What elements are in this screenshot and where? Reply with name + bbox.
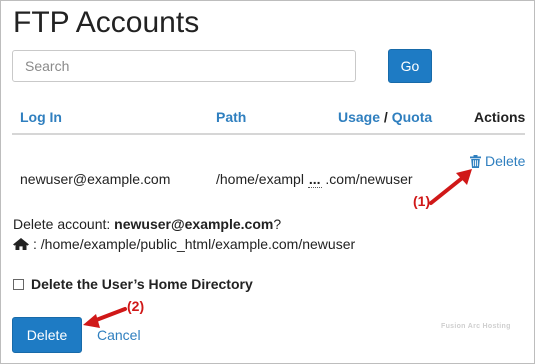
row-delete-link[interactable]: Delete xyxy=(470,153,525,169)
page-title: FTP Accounts xyxy=(13,6,200,39)
column-header-path[interactable]: Path xyxy=(216,109,246,125)
delete-home-dir-checkbox[interactable] xyxy=(13,278,24,290)
go-button[interactable]: Go xyxy=(388,49,432,83)
delete-home-dir-label: Delete the User’s Home Directory xyxy=(31,276,253,292)
annotation-step-2: (2) xyxy=(127,298,145,314)
delete-confirm-path: : /home/example/public_html/example.com/… xyxy=(13,236,355,252)
column-header-login[interactable]: Log In xyxy=(20,109,62,125)
column-header-quota[interactable]: Quota xyxy=(392,109,432,125)
annotation-step-1: (1) xyxy=(413,193,431,209)
account-path-cell: /home/exampl ... .com/newuser xyxy=(216,171,413,188)
column-header-usage[interactable]: Usage xyxy=(338,109,380,125)
account-login-cell: newuser@example.com xyxy=(20,171,171,187)
header-separator: / xyxy=(383,109,388,125)
column-header-actions: Actions xyxy=(474,109,526,125)
confirm-account: newuser@example.com xyxy=(114,216,274,232)
path-expand-toggle[interactable]: ... xyxy=(307,171,322,188)
ftp-accounts-panel: FTP Accounts Go Log In Path Usage / Quot… xyxy=(0,0,535,364)
search-input[interactable] xyxy=(12,50,356,82)
delete-home-dir-option[interactable]: Delete the User’s Home Directory xyxy=(13,276,253,292)
home-directory-path: : /home/example/public_html/example.com/… xyxy=(33,236,356,252)
row-delete-label: Delete xyxy=(485,153,526,169)
confirm-suffix: ? xyxy=(273,216,282,232)
path-start: /home/exampl xyxy=(216,171,304,187)
home-icon xyxy=(13,238,29,250)
annotation-arrow-1 xyxy=(429,169,472,205)
confirm-prefix: Delete account: xyxy=(13,216,115,232)
path-end: .com/newuser xyxy=(325,171,413,187)
cancel-link[interactable]: Cancel xyxy=(97,327,141,343)
column-header-usage-quota: Usage / Quota xyxy=(338,109,432,125)
header-divider xyxy=(12,133,525,135)
watermark-logo: Fusion Arc Hosting xyxy=(441,323,511,330)
confirm-delete-button[interactable]: Delete xyxy=(12,317,82,353)
delete-confirm-message: Delete account: newuser@example.com? xyxy=(13,216,281,232)
